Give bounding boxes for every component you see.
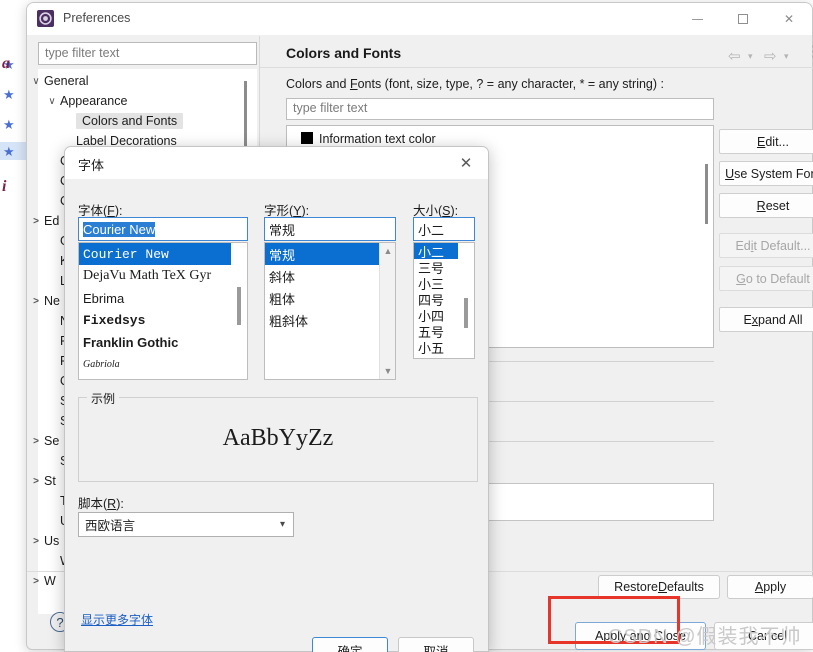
maximize-button[interactable] — [720, 3, 766, 35]
font-style-input[interactable]: 常规 — [264, 217, 396, 241]
window-titlebar[interactable]: Preferences ✕ — [27, 3, 812, 35]
style-list-scrollbar[interactable]: ▲ ▼ — [379, 243, 395, 379]
font-style-value: 常规 — [269, 222, 296, 238]
tree-item-label: Appearance — [60, 94, 128, 108]
chevron-down-icon[interactable] — [28, 76, 44, 87]
side-button-expand-all[interactable]: Ex pand All — [719, 307, 813, 332]
colors-fonts-row-label: Information text color — [319, 132, 436, 146]
font-size-item[interactable]: 小五 — [414, 339, 458, 356]
tree-item-ne[interactable]: Ne — [28, 291, 60, 311]
page-description: Colors and Fonts (font, size, type, ? = … — [286, 77, 664, 91]
font-list-item[interactable]: DejaVu Math TeX Gyr — [79, 265, 247, 287]
colors-fonts-filter-input[interactable]: type filter text — [286, 98, 714, 120]
page-title: Colors and Fonts — [286, 45, 402, 61]
screenshot-root: ★ ★ ★ ★ a i Preferences ✕ type filter te… — [0, 0, 813, 652]
scroll-down-arrow-icon[interactable]: ▼ — [380, 363, 396, 379]
forward-dropdown-icon[interactable]: ▾ — [784, 51, 789, 62]
back-dropdown-icon[interactable]: ▾ — [748, 51, 753, 62]
tree-item-st[interactable]: St — [28, 471, 56, 491]
font-list-item[interactable]: Fixedsys — [79, 309, 247, 331]
sample-group-label: 示例 — [87, 390, 120, 407]
eclipse-app-icon — [37, 10, 54, 27]
tree-item-appearance[interactable]: Appearance — [44, 91, 127, 111]
window-title: Preferences — [63, 11, 131, 25]
font-style-list[interactable]: 常规 斜体 粗体 粗斜体 — [264, 242, 396, 380]
tree-item-label: Colors and Fonts — [76, 113, 184, 129]
minimize-button[interactable] — [674, 3, 720, 35]
font-size-input[interactable]: 小二 — [413, 217, 475, 241]
side-button-edit-default: Ed i t Default... — [719, 233, 813, 258]
back-arrow-icon[interactable]: ⇦ — [728, 47, 741, 65]
tree-item-se[interactable]: Se — [28, 431, 59, 451]
chevron-right-icon[interactable] — [28, 216, 44, 227]
font-dialog: 字体 ✕ 字体(F): Courier New Courier New DejaV… — [64, 146, 489, 652]
colors-fonts-scrollbar[interactable] — [703, 136, 710, 336]
title-divider — [260, 67, 813, 68]
tree-item-colors-and-fonts[interactable]: Colors and Fonts — [60, 111, 184, 131]
size-list-scrollbar[interactable] — [458, 243, 474, 358]
font-list-item[interactable]: Gabriola — [79, 353, 247, 375]
tree-item-label: Us — [44, 534, 60, 548]
font-dialog-titlebar[interactable]: 字体 ✕ — [65, 147, 488, 179]
chevron-right-icon[interactable] — [28, 536, 44, 547]
chevron-down-icon: ▾ — [279, 519, 285, 530]
tree-item-general[interactable]: General — [28, 71, 88, 91]
chevron-right-icon[interactable] — [28, 436, 44, 447]
side-button-reset[interactable]: Reset — [719, 193, 813, 218]
script-value: 西欧语言 — [85, 519, 136, 533]
side-button-go-to-default: Go to Default — [719, 266, 813, 291]
font-dialog-title: 字体 — [78, 158, 105, 173]
ok-button[interactable]: 确定 — [312, 637, 388, 652]
font-list-item[interactable]: Gadugi — [79, 375, 247, 380]
font-list-scrollbar[interactable] — [231, 243, 247, 379]
font-list-item[interactable]: Ebrima — [79, 287, 247, 309]
font-family-list[interactable]: Courier New DejaVu Math TeX Gyr Ebrima Fixe… — [78, 242, 248, 380]
tree-item-label: Ne — [44, 294, 60, 308]
side-button-use-system-font[interactable]: Use System Font — [719, 161, 813, 186]
font-dialog-close-icon[interactable]: ✕ — [444, 147, 488, 179]
font-style-item[interactable]: 斜体 — [265, 265, 379, 287]
bookmark-star-icon: ★ — [3, 87, 15, 102]
background-code-text: a — [2, 55, 10, 72]
show-more-fonts-link[interactable]: 显示更多字体 — [81, 611, 153, 628]
chevron-down-icon[interactable] — [44, 96, 60, 107]
font-sample-text: AaBbYyZz — [222, 425, 334, 451]
scroll-up-arrow-icon[interactable]: ▲ — [380, 243, 396, 259]
script-label: 脚本(R): — [78, 497, 124, 511]
tree-item-ed[interactable]: Ed — [28, 211, 59, 231]
font-style-item[interactable]: 粗体 — [265, 287, 379, 309]
tree-item-label: Ed — [44, 214, 60, 228]
font-size-value: 小二 — [418, 222, 445, 238]
background-code-text: i — [2, 178, 7, 195]
side-button-edit[interactable]: Edit... — [719, 129, 813, 154]
font-style-item[interactable]: 粗斜体 — [265, 309, 379, 331]
script-select[interactable]: 西欧语言 ▾ — [78, 512, 294, 537]
font-style-item[interactable]: 常规 — [265, 243, 379, 265]
font-family-input[interactable]: Courier New — [78, 217, 248, 241]
tree-item-label: Se — [44, 434, 60, 448]
bookmark-star-icon: ★ — [3, 144, 15, 159]
font-family-value: Courier New — [83, 221, 156, 237]
close-button[interactable]: ✕ — [766, 3, 812, 35]
tree-item-label: St — [44, 474, 56, 488]
apply-button[interactable]: Apply — [727, 575, 813, 599]
watermark-text: CSDN @假装我不帅 — [608, 626, 802, 648]
font-list-item[interactable]: Courier New — [79, 243, 247, 265]
forward-arrow-icon[interactable]: ⇨ — [764, 47, 777, 65]
color-swatch — [301, 132, 313, 144]
tree-item-label: General — [44, 74, 89, 88]
chevron-right-icon[interactable] — [28, 476, 44, 487]
bookmark-star-icon: ★ — [3, 117, 15, 132]
tree-item-us[interactable]: Us — [28, 531, 59, 551]
chevron-right-icon[interactable] — [28, 296, 44, 307]
font-list-item[interactable]: Franklin Gothic — [79, 331, 247, 353]
tree-filter-input[interactable]: type filter text — [38, 42, 257, 65]
background-editor-strip: ★ ★ ★ ★ a i — [0, 0, 26, 652]
cancel-button-dialog[interactable]: 取消 — [398, 637, 474, 652]
